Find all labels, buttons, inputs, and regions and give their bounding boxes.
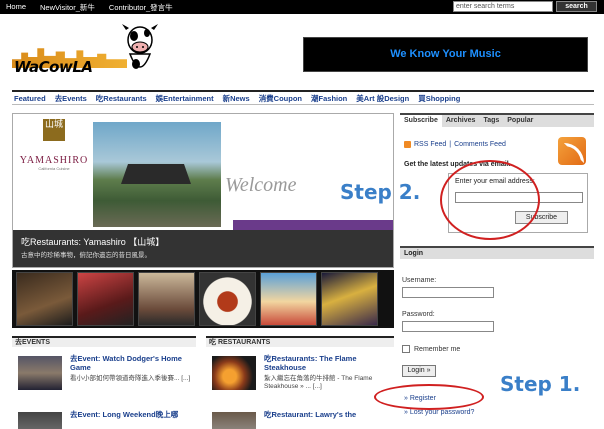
main-nav: Featured 去Events 吃Restaurants 娛Entertain… [12, 90, 594, 105]
list-item[interactable]: 吃Restaurant: Lawry's the [212, 410, 392, 429]
nav-coupon[interactable]: 消費Coupon [259, 93, 302, 104]
step2-annotation: Step 2. [340, 180, 421, 204]
logo-text: WaCowLA [14, 58, 93, 76]
list-item[interactable]: 去Event: Watch Dodger's Home Game 看小小部如何帶… [18, 354, 198, 394]
post-thumbnail[interactable] [212, 356, 256, 390]
top-link-newvisitor[interactable]: NewVisitor_新牛 [40, 2, 95, 13]
post-thumbnail[interactable] [18, 412, 62, 429]
tab-tags[interactable]: Tags [479, 115, 503, 127]
step1-circle [374, 384, 484, 410]
restaurants-header[interactable]: 吃 RESTAURANTS [206, 336, 394, 347]
thumbnail[interactable] [16, 272, 73, 326]
step2-circle [440, 160, 540, 240]
yamashiro-sub: California Cuisine [38, 166, 70, 171]
remember-checkbox[interactable] [402, 345, 410, 353]
welcome-text: Welcome [225, 174, 297, 196]
site-logo[interactable]: WaCowLA [12, 20, 162, 88]
nav-restaurants[interactable]: 吃Restaurants [96, 93, 147, 104]
yamashiro-badge: 山城 [43, 119, 65, 141]
nav-news[interactable]: 新News [223, 93, 250, 104]
featured-slideshow[interactable]: 山城 YAMASHIRO California Cuisine Welcome … [12, 113, 394, 268]
login-button[interactable]: Login » [402, 365, 436, 377]
post-title[interactable]: 吃Restaurant: Lawry's the [264, 410, 392, 419]
top-bar: Home NewVisitor_新牛 Contributor_發言牛 enter… [0, 0, 604, 14]
post-title[interactable]: 去Event: Watch Dodger's Home Game [70, 354, 198, 372]
thumbnail[interactable] [138, 272, 195, 326]
featured-desc: 古意中的珍稀事物，俯記你遺忘的昔日風景。 [21, 252, 151, 259]
post-thumbnail[interactable] [212, 412, 256, 429]
username-label: Username: [402, 277, 437, 284]
rss-separator: | [449, 141, 452, 148]
nav-art-design[interactable]: 美Art 設Design [356, 93, 409, 104]
search-input[interactable]: enter search terms [453, 1, 553, 12]
rss-large-icon[interactable] [558, 137, 586, 165]
events-header[interactable]: 去EVENTS [12, 336, 196, 347]
thumbnail-strip [12, 270, 394, 328]
list-item[interactable]: 吃Restaurants: The Flame Steakhouse 紮入繼忘在… [212, 354, 392, 394]
tab-popular[interactable]: Popular [503, 115, 537, 127]
yamashiro-logo: 山城 YAMASHIRO California Cuisine [15, 117, 93, 197]
top-link-contributor[interactable]: Contributor_發言牛 [109, 2, 173, 13]
thumbnail[interactable] [321, 272, 378, 326]
featured-accent [233, 220, 393, 230]
featured-photo [93, 122, 221, 227]
yamashiro-name: YAMASHIRO [19, 155, 89, 166]
nav-entertainment[interactable]: 娛Entertainment [156, 93, 214, 104]
rss-icon [404, 141, 411, 148]
lost-password-link[interactable]: » Lost your password? [404, 409, 474, 416]
remember-label: Remember me [414, 345, 461, 353]
post-thumbnail[interactable] [18, 356, 62, 390]
tab-archives[interactable]: Archives [442, 115, 480, 127]
featured-title[interactable]: 吃Restaurants: Yamashiro 【山城】 [21, 235, 164, 248]
login-header: Login [400, 246, 594, 259]
music-banner[interactable]: We Know Your Music [303, 37, 588, 72]
step1-annotation: Step 1. [500, 372, 581, 396]
featured-caption: 吃Restaurants: Yamashiro 【山城】 古意中的珍稀事物，俯記… [13, 230, 393, 267]
list-item[interactable]: 去Event: Long Weekend晚上哪 [18, 410, 198, 429]
cow-mascot-icon [122, 24, 158, 69]
post-title[interactable]: 吃Restaurants: The Flame Steakhouse [264, 354, 392, 372]
password-label: Password: [402, 311, 435, 318]
thumbnail[interactable] [199, 272, 256, 326]
thumbnail[interactable] [77, 272, 134, 326]
username-field[interactable] [402, 287, 494, 298]
top-link-home[interactable]: Home [6, 2, 26, 13]
rss-links: RSS Feed | Comments Feed [404, 141, 506, 148]
sidebar-tabs: Subscribe Archives Tags Popular [400, 113, 594, 127]
post-desc: 紮入繼忘在角落的牛排館 - The Flame Steakhouse » ...… [264, 375, 373, 390]
comments-feed-link[interactable]: Comments Feed [454, 141, 506, 148]
tab-subscribe[interactable]: Subscribe [400, 115, 442, 127]
nav-featured[interactable]: Featured [14, 94, 46, 103]
nav-events[interactable]: 去Events [55, 93, 87, 104]
remember-me: Remember me [402, 345, 460, 353]
rss-feed-link[interactable]: RSS Feed [414, 141, 446, 148]
search-button[interactable]: search [556, 1, 597, 12]
post-desc: 看小小部如何帶領道奇隊進入季後賽... [...] [70, 375, 191, 382]
nav-shopping[interactable]: 買Shopping [418, 93, 460, 104]
thumbnail[interactable] [260, 272, 317, 326]
password-field[interactable] [402, 321, 494, 332]
post-title[interactable]: 去Event: Long Weekend晚上哪 [70, 410, 198, 419]
top-nav: Home NewVisitor_新牛 Contributor_發言牛 [6, 2, 173, 13]
nav-fashion[interactable]: 潮Fashion [311, 93, 347, 104]
